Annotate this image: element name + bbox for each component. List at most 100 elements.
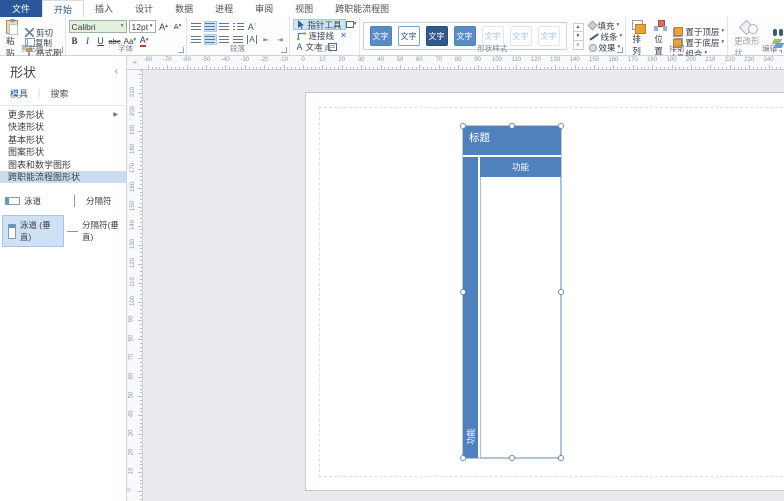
paragraph-dialog-launcher[interactable] [281, 47, 287, 53]
ribbon: 粘贴 ▾ 剪切 复制 格式刷 剪贴板 Calibri▾ [0, 17, 784, 56]
bullets-icon [233, 23, 244, 31]
bring-to-front-icon [673, 27, 683, 37]
line-icon [589, 33, 598, 40]
lane-header[interactable]: 功能 [480, 157, 561, 177]
pointer-tool-button[interactable]: 指针工具 [293, 19, 346, 30]
group-editing: 更改形状 ▾ 查找▾ 图层▾ 选择▾ 编辑 [728, 17, 784, 55]
gallery-scroll-down[interactable]: ▼ [573, 32, 584, 41]
align-left-icon [191, 23, 201, 31]
shape-styles-dialog-launcher[interactable] [617, 47, 623, 53]
align-right-icon [219, 23, 229, 31]
bullets-button[interactable] [232, 21, 245, 32]
dropdown-caret-icon: ▾ [121, 24, 124, 30]
stencil-quick-shapes[interactable]: 快速形状 [0, 121, 126, 134]
separator-vertical-icon [67, 231, 78, 232]
collapse-panel-icon[interactable]: ‹ [115, 66, 118, 77]
tab-design[interactable]: 设计 [124, 0, 164, 17]
selection-handle[interactable] [460, 123, 466, 129]
align-center-icon [205, 23, 215, 31]
find-icon [773, 28, 783, 37]
fill-button[interactable]: 填充▾ [588, 21, 624, 30]
align-right-button[interactable] [218, 21, 231, 32]
selection-handle[interactable] [558, 123, 564, 129]
stencil-pattern-shapes[interactable]: 图案形状 [0, 146, 126, 159]
tab-crossfunctional[interactable]: 跨职能流程图 [324, 0, 400, 17]
group-clipboard: 粘贴 ▾ 剪切 复制 格式刷 剪贴板 [0, 17, 66, 55]
swimlane-vertical-shape[interactable]: 标题 功能 功能 [463, 126, 561, 458]
vertical-ruler: 2102001901801701601501401301201101009080… [127, 70, 143, 501]
shape-master-grid: 泳道 分隔符 泳道 (垂直) 分隔符(垂直) [0, 183, 126, 247]
font-name-combo[interactable]: Calibri▾ [69, 20, 127, 33]
fill-icon [587, 21, 597, 31]
shrink-font-button[interactable]: A▾ [172, 21, 184, 33]
stencil-crossfunctional[interactable]: 跨职能流程图形状 [0, 171, 126, 184]
arrange-icon [632, 20, 646, 32]
text-spacing-button[interactable]: A↕ [246, 21, 259, 32]
selection-handle[interactable] [558, 289, 564, 295]
lane-body[interactable] [480, 177, 561, 458]
group-font: Calibri▾ 12pt▾ A▴ A▾ B I U abc Aa▾ A▾ [66, 17, 187, 55]
main-area: 形状 ‹ 模具 | 搜索 更多形状▶ 快速形状 基本形状 图案形状 图表和数学图… [0, 56, 784, 501]
tab-review[interactable]: 审阅 [244, 0, 284, 17]
font-dialog-launcher[interactable] [178, 47, 184, 53]
find-button[interactable]: 查找▾ [772, 28, 784, 37]
panel-tab-divider: | [38, 87, 40, 100]
paste-icon [6, 20, 18, 34]
grow-font-button[interactable]: A▴ [158, 21, 170, 33]
stencil-more-shapes[interactable]: 更多形状▶ [0, 108, 126, 121]
swimlane-title-bar[interactable]: 标题 [463, 126, 561, 155]
pointer-cursor-icon [297, 20, 305, 29]
cut-icon [25, 28, 34, 37]
flyout-arrow-icon: ▶ [113, 111, 118, 118]
selection-handle[interactable] [558, 455, 564, 461]
connector-tool-button[interactable]: 连接线 [293, 30, 339, 41]
shapes-panel: 形状 ‹ 模具 | 搜索 更多形状▶ 快速形状 基本形状 图案形状 图表和数学图… [0, 56, 127, 501]
stencil-charts-math[interactable]: 图表和数学图形 [0, 158, 126, 171]
ribbon-tab-row: 文件 开始 插入 设计 数据 进程 审阅 视图 跨职能流程图 [0, 0, 784, 17]
rectangle-icon [346, 21, 354, 28]
master-separator-vertical[interactable]: 分隔符(垂直) [64, 215, 126, 247]
spacing-icon: A↕ [248, 22, 257, 32]
ruler-origin-icon: + [133, 58, 138, 67]
tab-home[interactable]: 开始 [42, 0, 84, 17]
selection-handle[interactable] [509, 123, 515, 129]
stencil-basic-shapes[interactable]: 基本形状 [0, 133, 126, 146]
connection-point-icon: ✕ [340, 31, 347, 40]
line-button[interactable]: 线条▾ [588, 32, 624, 41]
panel-tab-search[interactable]: 搜索 [50, 87, 68, 100]
gallery-scroll-up[interactable]: ▲ [573, 23, 584, 32]
swimlane-icon [5, 197, 20, 205]
dropdown-caret-icon: ▾ [150, 24, 153, 30]
rectangle-tool-button[interactable]: ▾ [346, 19, 357, 30]
font-size-combo[interactable]: 12pt▾ [129, 20, 156, 33]
panel-tab-stencils[interactable]: 模具 [10, 87, 28, 100]
group-tools: 指针工具 ▾ 连接线 ✕ A 文本 [290, 17, 360, 55]
drawing-canvas[interactable]: 标题 功能 功能 [143, 70, 784, 501]
swimlane-lane-band[interactable]: 功能 [463, 157, 478, 458]
bring-to-front-button[interactable]: 置于顶层▾ [672, 27, 725, 36]
master-separator[interactable]: 分隔符 [64, 191, 126, 211]
tab-process[interactable]: 进程 [204, 0, 244, 17]
master-swimlane-vertical[interactable]: 泳道 (垂直) [2, 215, 64, 247]
selection-handle[interactable] [509, 455, 515, 461]
tab-view[interactable]: 视图 [284, 0, 324, 17]
swimlane-vertical-icon [8, 224, 16, 239]
visio-window: 文件 开始 插入 设计 数据 进程 审阅 视图 跨职能流程图 粘贴 ▾ 剪切 复… [0, 0, 784, 501]
align-center-button[interactable] [204, 21, 217, 32]
tab-file[interactable]: 文件 [0, 0, 42, 17]
shapes-panel-title: 形状 [10, 62, 36, 81]
tab-data[interactable]: 数据 [164, 0, 204, 17]
master-swimlane[interactable]: 泳道 [2, 191, 64, 211]
selection-handle[interactable] [460, 455, 466, 461]
ruler-corner: + [127, 56, 143, 70]
horizontal-ruler: -80-70-60-50-40-30-20-100102030405060708… [143, 56, 784, 70]
position-icon [654, 20, 667, 32]
selection-handle[interactable] [460, 289, 466, 295]
tab-insert[interactable]: 插入 [84, 0, 124, 17]
clipboard-dialog-launcher[interactable] [57, 47, 63, 53]
change-shape-icon [741, 20, 759, 34]
group-arrange: 排列 ▾ 位置 ▾ 置于顶层▾ 置于底层▾ 组合▾ 排列 [626, 17, 728, 55]
connector-icon [297, 31, 306, 40]
align-left-button[interactable] [190, 21, 203, 32]
connection-point-tool-button[interactable]: ✕ [338, 30, 349, 41]
